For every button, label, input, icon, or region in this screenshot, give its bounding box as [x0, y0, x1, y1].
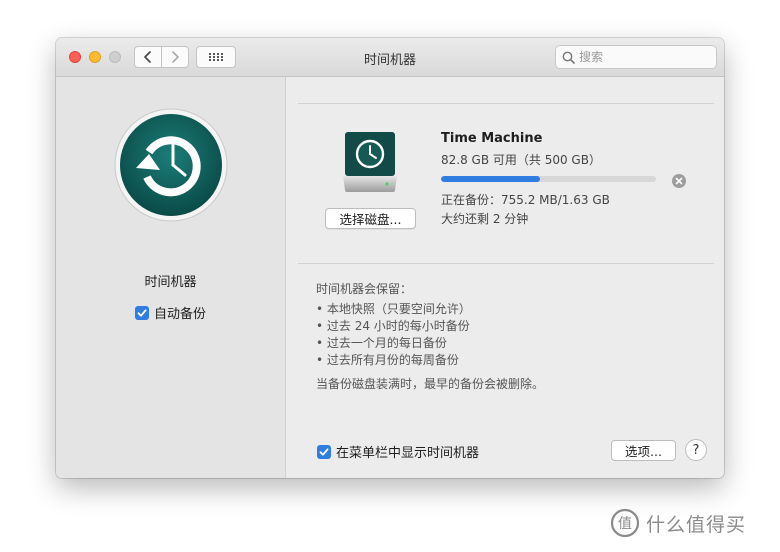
- retention-list: 本地快照（只要空间允许） 过去 24 小时的每小时备份 过去一个月的每日备份 过…: [316, 301, 471, 369]
- title-bar: 时间机器: [56, 38, 724, 77]
- list-item: 过去 24 小时的每小时备份: [316, 318, 471, 335]
- backup-progress-bar: [441, 176, 656, 182]
- sidebar-title: 时间机器: [144, 275, 197, 290]
- checkmark-icon: [317, 444, 331, 459]
- time-machine-logo-icon: [114, 108, 228, 222]
- checkmark-icon: [135, 305, 149, 320]
- search-field[interactable]: [555, 45, 717, 69]
- show-in-menubar-label: 在菜单栏中显示时间机器: [336, 446, 480, 461]
- retention-note: 当备份磁盘装满时，最早的备份会被删除。: [316, 377, 545, 391]
- sidebar: 时间机器 自动备份: [56, 77, 286, 478]
- divider: [298, 103, 714, 104]
- retention-title: 时间机器会保留：: [316, 282, 413, 296]
- watermark-text: 什么值得买: [646, 513, 747, 536]
- backup-disk-icon: [343, 132, 397, 192]
- backup-status: 正在备份：755.2 MB/1.63 GB: [441, 193, 610, 207]
- cancel-backup-button[interactable]: [672, 174, 686, 188]
- search-input[interactable]: [579, 50, 699, 64]
- preferences-window: 时间机器 时间机器: [56, 38, 724, 478]
- show-in-menubar-checkbox[interactable]: 在菜单栏中显示时间机器: [317, 442, 479, 461]
- auto-backup-label: 自动备份: [154, 307, 207, 322]
- time-remaining: 大约还剩 2 分钟: [441, 212, 529, 226]
- list-item: 过去所有月份的每周备份: [316, 352, 471, 369]
- options-button[interactable]: 选项...: [611, 440, 676, 461]
- svg-text:值: 值: [618, 516, 632, 532]
- close-icon: [675, 177, 683, 185]
- disk-availability: 82.8 GB 可用（共 500 GB）: [441, 153, 601, 167]
- list-item: 过去一个月的每日备份: [316, 335, 471, 352]
- help-button[interactable]: ?: [685, 439, 707, 461]
- search-icon: [562, 51, 575, 64]
- backup-progress-fill: [441, 176, 540, 182]
- auto-backup-checkbox[interactable]: 自动备份: [135, 303, 206, 322]
- divider: [298, 263, 714, 264]
- list-item: 本地快照（只要空间允许）: [316, 301, 471, 318]
- watermark: 值 什么值得买: [610, 508, 746, 538]
- select-disk-button[interactable]: 选择磁盘...: [325, 208, 416, 229]
- disk-name: Time Machine: [441, 131, 543, 146]
- smzdm-logo-icon: 值: [610, 508, 640, 538]
